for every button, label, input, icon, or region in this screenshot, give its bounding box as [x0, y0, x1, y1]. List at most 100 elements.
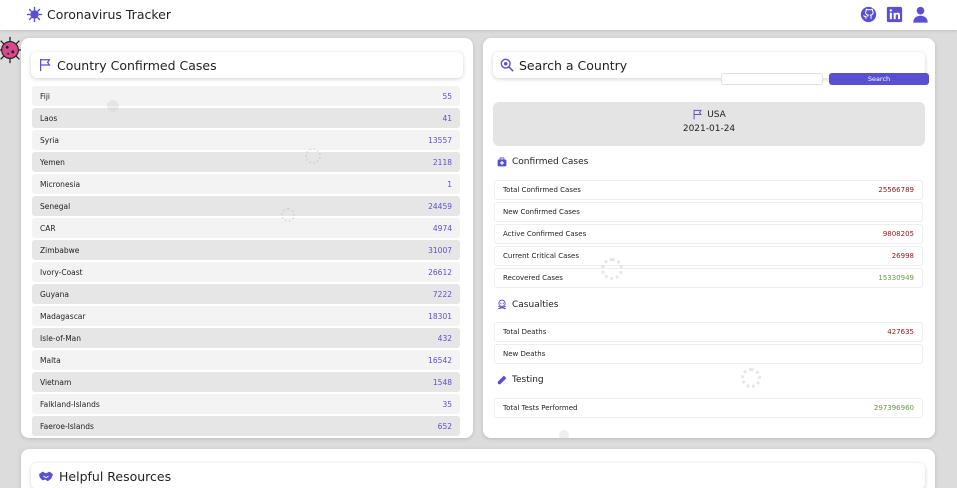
country-value: 7222 — [432, 289, 452, 299]
country-name: Vietnam — [40, 377, 72, 387]
country-value: 24459 — [428, 201, 452, 211]
country-name: Falkland-Islands — [40, 399, 100, 409]
country-name: Yemen — [40, 157, 65, 167]
top-navbar: Coronavirus Tracker — [0, 0, 957, 30]
medical-kit-icon — [497, 157, 507, 167]
country-value: 16542 — [428, 355, 452, 365]
list-item: Zimbabwe 31007 — [32, 240, 460, 260]
list-item: Guyana 7222 — [32, 284, 460, 304]
country-name: Isle-of-Man — [40, 333, 82, 343]
search-button[interactable]: Search — [829, 73, 929, 85]
search-country-header: Search a Country Search — [493, 52, 929, 85]
selected-country-date: 2021-01-24 — [682, 124, 736, 134]
search-country-card: Search a Country Search USA 2021-01-24 C… — [483, 38, 935, 438]
app-title: Coronavirus Tracker — [47, 7, 171, 22]
stat-value: 25566789 — [878, 186, 914, 194]
github-icon[interactable] — [860, 6, 877, 23]
confirmed-section-title: Confirmed Cases — [497, 157, 588, 167]
country-cases-card: Country Confirmed Cases Fiji 55 Laos 41 Sy… — [21, 38, 473, 438]
flag-icon — [693, 109, 703, 120]
stat-value: 297396960 — [873, 404, 914, 412]
list-item: Faeroe-Islands 652 — [32, 416, 460, 436]
casualties-title: Casualties — [512, 299, 559, 310]
list-item: Yemen 2118 — [32, 152, 460, 172]
selected-country-box: USA 2021-01-24 — [493, 102, 925, 146]
confirmed-title: Confirmed Cases — [512, 157, 589, 167]
brand[interactable]: Coronavirus Tracker — [26, 6, 171, 23]
stat-row-total-tests: Total Tests Performed 297396960 — [494, 398, 923, 418]
country-name: Micronesia — [40, 179, 81, 189]
stat-label: Total Confirmed Cases — [503, 186, 581, 194]
search-country-title: Search a Country — [519, 57, 628, 73]
list-item: Isle-of-Man 432 — [32, 328, 460, 348]
stat-row-recovered: Recovered Cases 15330949 — [494, 268, 923, 288]
virus-logo-icon — [26, 6, 43, 23]
background-virus-icon — [559, 430, 569, 438]
helpful-resources-header: Helpful Resources — [31, 463, 925, 488]
stat-row-total-deaths: Total Deaths 427635 — [494, 322, 923, 342]
list-item: Vietnam 1548 — [32, 372, 460, 392]
background-virus-icon — [305, 148, 321, 164]
country-name: Zimbabwe — [40, 245, 80, 255]
country-value: 35 — [442, 399, 452, 409]
stat-row-new-confirmed: New Confirmed Cases — [494, 202, 923, 222]
stat-value: 9808205 — [882, 230, 914, 238]
country-value: 4974 — [432, 223, 452, 233]
country-list[interactable]: Fiji 55 Laos 41 Syria 13557 Yemen 2118 Micro… — [32, 86, 460, 438]
selected-country-name: USA — [707, 109, 726, 120]
list-item: Madagascar 18301 — [32, 306, 460, 326]
stat-row-total-confirmed: Total Confirmed Cases 25566789 — [494, 180, 923, 200]
background-virus-icon — [601, 258, 623, 280]
country-name: Fiji — [40, 91, 51, 101]
stat-label: New Confirmed Cases — [503, 208, 580, 216]
country-name: Madagascar — [40, 311, 86, 321]
country-value: 18301 — [428, 311, 452, 321]
stat-label: Total Tests Performed — [503, 404, 578, 412]
country-value: 55 — [442, 91, 452, 101]
stat-label: Current Critical Cases — [503, 252, 580, 260]
country-name: Malta — [40, 355, 61, 365]
stat-row-new-deaths: New Deaths — [494, 344, 923, 364]
background-virus-icon — [107, 100, 119, 112]
testing-title: Testing — [512, 375, 544, 385]
list-item: Falkland-Islands 35 — [32, 394, 460, 414]
list-item: Syria 13557 — [32, 130, 460, 150]
testing-section-title: Testing — [497, 375, 544, 385]
country-value: 26612 — [428, 267, 452, 277]
country-value: 432 — [437, 333, 452, 343]
list-item: Fiji 55 — [32, 86, 460, 106]
country-search-input[interactable] — [721, 73, 823, 85]
casualties-section-title: Casualties — [497, 299, 558, 310]
background-virus-icon — [281, 208, 295, 222]
list-item: Senegal 24459 — [32, 196, 460, 216]
stat-label: New Deaths — [503, 350, 546, 358]
country-cases-header: Country Confirmed Cases — [31, 52, 463, 78]
stat-row-critical: Current Critical Cases 26998 — [494, 246, 923, 266]
country-name: Ivory-Coast — [40, 267, 83, 277]
linkedin-icon[interactable] — [886, 6, 903, 23]
country-value: 31007 — [428, 245, 452, 255]
stat-value: 15330949 — [878, 274, 914, 282]
country-name: Laos — [40, 113, 58, 123]
country-name: Guyana — [40, 289, 69, 299]
background-virus-icon — [741, 368, 761, 388]
country-value: 13557 — [428, 135, 452, 145]
helpful-resources-card: Helpful Resources — [21, 449, 935, 488]
country-name: Syria — [40, 135, 59, 145]
country-name: CAR — [40, 223, 56, 233]
stat-label: Recovered Cases — [503, 274, 563, 282]
skull-icon — [498, 299, 506, 310]
list-item: Malta 16542 — [32, 350, 460, 370]
flag-icon — [40, 58, 51, 72]
country-value: 1 — [447, 179, 452, 189]
country-name: Senegal — [40, 201, 71, 211]
stat-row-active-confirmed: Active Confirmed Cases 9808205 — [494, 224, 923, 244]
stat-label: Active Confirmed Cases — [503, 230, 587, 238]
helpful-resources-title: Helpful Resources — [59, 468, 172, 484]
stat-label: Total Deaths — [503, 328, 547, 336]
country-value: 652 — [437, 421, 452, 431]
list-item: Ivory-Coast 26612 — [32, 262, 460, 282]
user-icon[interactable] — [912, 6, 929, 23]
stat-value: 26998 — [891, 252, 914, 260]
country-value: 1548 — [432, 377, 452, 387]
